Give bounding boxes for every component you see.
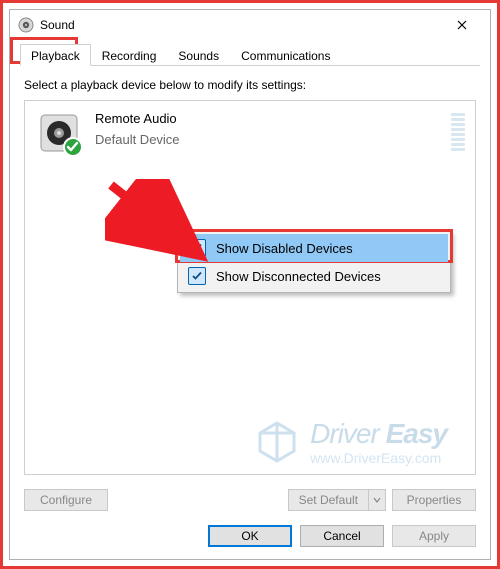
menu-item-show-disabled[interactable]: Show Disabled Devices bbox=[180, 234, 448, 262]
tab-playback[interactable]: Playback bbox=[20, 44, 91, 66]
device-item-remote-audio[interactable]: Remote Audio Default Device bbox=[25, 101, 475, 165]
check-icon bbox=[188, 239, 206, 257]
ok-button[interactable]: OK bbox=[208, 525, 292, 547]
context-menu: Show Disabled Devices Show Disconnected … bbox=[177, 231, 451, 293]
tab-communications[interactable]: Communications bbox=[230, 44, 341, 66]
tab-label: Playback bbox=[31, 49, 80, 63]
watermark-text-1a: Driver bbox=[310, 418, 379, 449]
speaker-icon bbox=[35, 109, 83, 157]
sound-icon bbox=[18, 17, 34, 33]
set-default-split-button[interactable]: Set Default bbox=[288, 489, 386, 511]
tab-strip: Playback Recording Sounds Communications bbox=[10, 40, 490, 66]
window-title: Sound bbox=[40, 18, 75, 32]
tab-label: Communications bbox=[241, 49, 330, 63]
watermark: Driver Easy www.DriverEasy.com bbox=[254, 418, 447, 466]
device-info: Remote Audio Default Device bbox=[95, 109, 439, 147]
dialog-button-row: OK Cancel Apply bbox=[10, 515, 490, 559]
close-button[interactable] bbox=[440, 11, 484, 39]
menu-item-show-disconnected[interactable]: Show Disconnected Devices bbox=[180, 262, 448, 290]
tab-sounds[interactable]: Sounds bbox=[167, 44, 230, 66]
check-icon bbox=[188, 267, 206, 285]
instruction-text: Select a playback device below to modify… bbox=[24, 78, 476, 92]
device-button-row: Configure Set Default Properties bbox=[10, 483, 490, 515]
set-default-dropdown[interactable] bbox=[368, 489, 386, 511]
chevron-down-icon bbox=[373, 496, 381, 504]
device-list[interactable]: Remote Audio Default Device bbox=[24, 100, 476, 475]
configure-button[interactable]: Configure bbox=[24, 489, 108, 511]
level-meter bbox=[451, 109, 465, 151]
tab-label: Sounds bbox=[178, 49, 219, 63]
device-status: Default Device bbox=[95, 132, 439, 147]
watermark-text-1b: Easy bbox=[386, 418, 447, 449]
device-name: Remote Audio bbox=[95, 111, 439, 126]
menu-item-label: Show Disconnected Devices bbox=[216, 269, 381, 284]
menu-item-label: Show Disabled Devices bbox=[216, 241, 353, 256]
cancel-button[interactable]: Cancel bbox=[300, 525, 384, 547]
tab-content: Select a playback device below to modify… bbox=[10, 66, 490, 483]
sound-dialog: Sound Playback Recording Sounds Communic… bbox=[9, 9, 491, 560]
set-default-button[interactable]: Set Default bbox=[288, 489, 368, 511]
titlebar: Sound bbox=[10, 10, 490, 40]
apply-button[interactable]: Apply bbox=[392, 525, 476, 547]
annotation-outer-border: Sound Playback Recording Sounds Communic… bbox=[0, 0, 500, 569]
properties-button[interactable]: Properties bbox=[392, 489, 476, 511]
tab-recording[interactable]: Recording bbox=[91, 44, 168, 66]
watermark-text-2: www.DriverEasy.com bbox=[310, 450, 447, 466]
tab-label: Recording bbox=[102, 49, 157, 63]
